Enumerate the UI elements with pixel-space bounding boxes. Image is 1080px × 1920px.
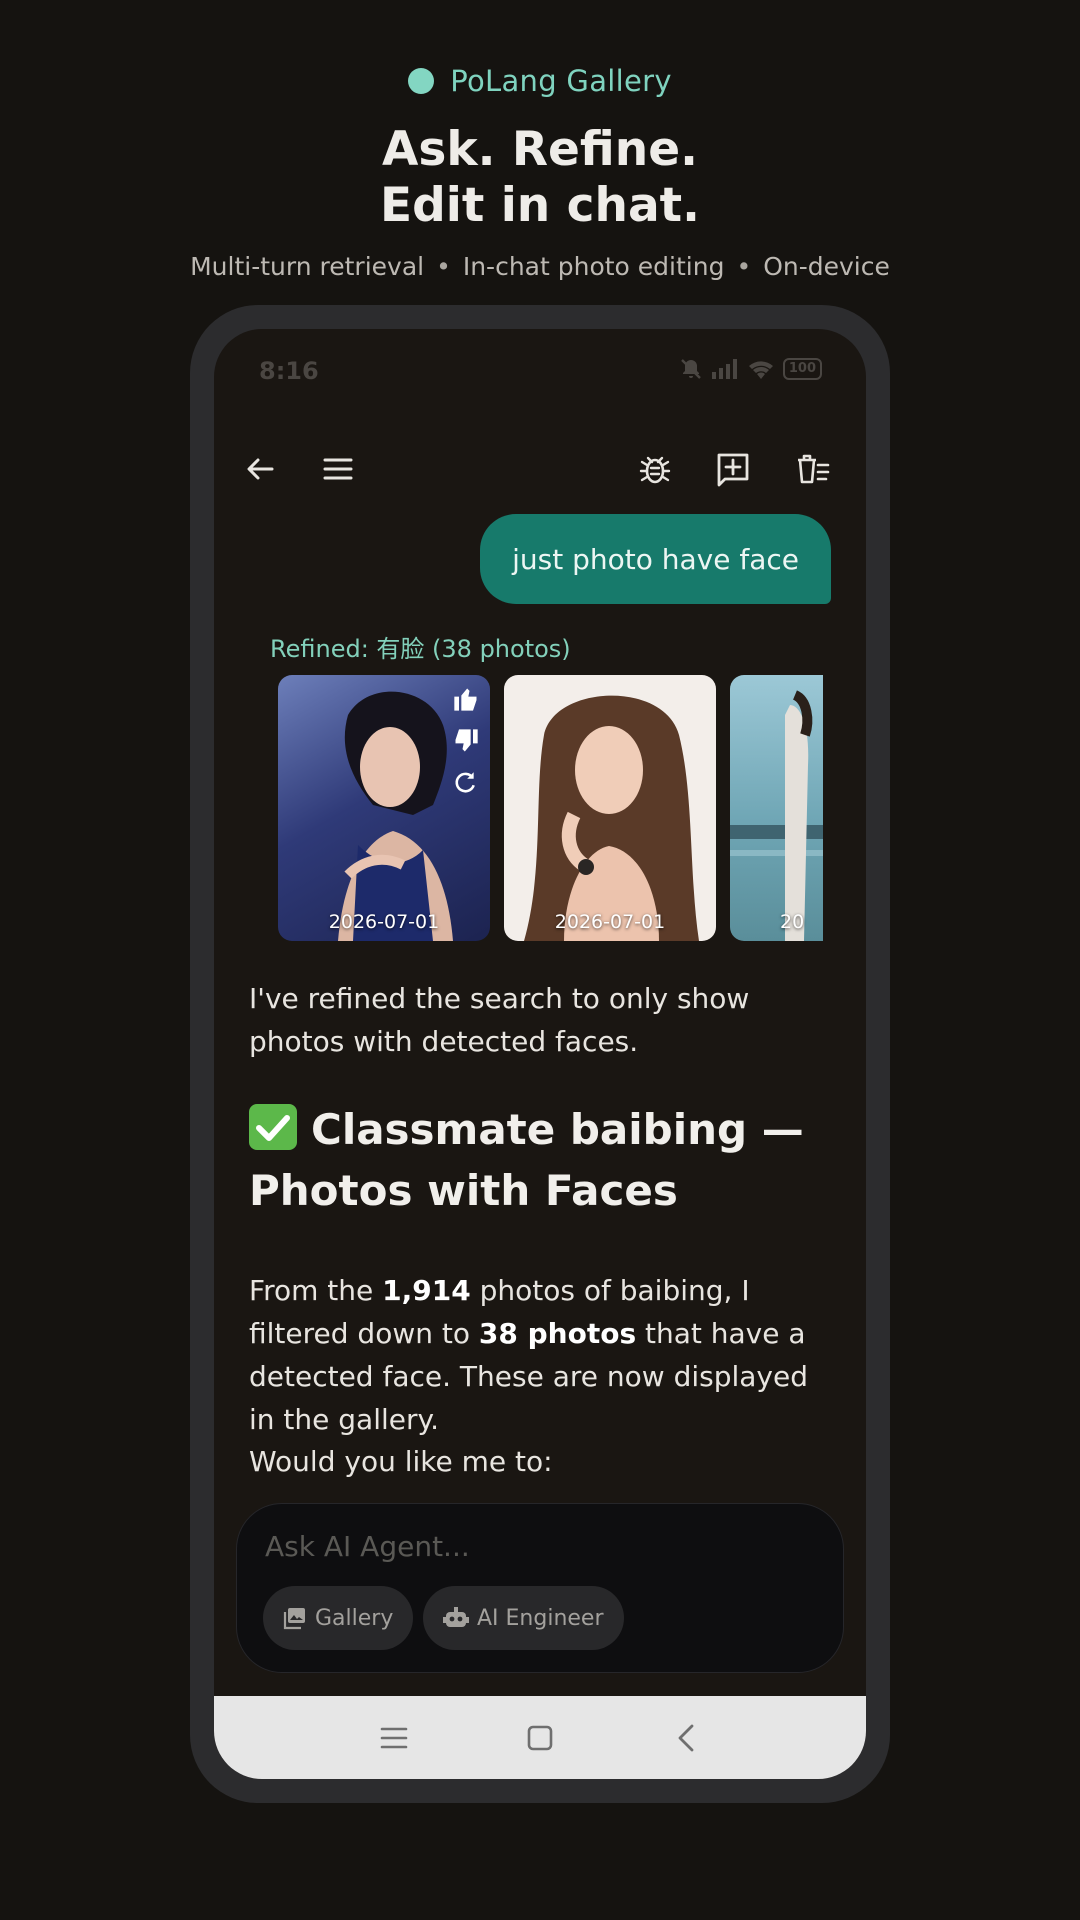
photo-thumbnail[interactable]: 2026-07-01 [278, 675, 490, 941]
feature-item: On-device [763, 252, 890, 281]
status-icons: 100 [679, 357, 822, 381]
photo-count-total: 1,914 [382, 1274, 471, 1307]
ai-engineer-chip[interactable]: AI Engineer [423, 1586, 624, 1650]
new-chat-icon[interactable] [713, 449, 753, 489]
user-message-bubble: just photo have face [480, 514, 831, 604]
chat-composer[interactable]: Ask AI Agent... Gallery AI Engineer [236, 1503, 844, 1673]
headline: Ask. Refine. Edit in chat. [0, 122, 1080, 234]
gallery-chip[interactable]: Gallery [263, 1586, 414, 1650]
portrait-photo-2 [524, 695, 699, 941]
system-nav-bar [214, 1696, 866, 1779]
headline-line-2: Edit in chat. [380, 178, 700, 233]
photo-date: 2026-07-01 [554, 911, 666, 933]
reply-text-segment: From the [249, 1274, 383, 1307]
back-arrow-icon[interactable] [240, 449, 280, 489]
brand-dot-icon [408, 68, 435, 94]
feature-separator: • [736, 252, 752, 281]
refined-label: Refined: 有脸 (38 photos) [270, 635, 571, 663]
user-message-text: just photo have face [512, 542, 799, 576]
bug-icon[interactable] [635, 449, 675, 489]
ask-agent-input[interactable]: Ask AI Agent... [265, 1530, 470, 1563]
brand-name: PoLang Gallery [450, 64, 672, 98]
wifi-icon [748, 361, 773, 379]
thumbs-down-icon[interactable] [452, 727, 480, 755]
robot-icon [443, 1607, 469, 1627]
signal-icon [711, 359, 737, 379]
thumbs-up-icon[interactable] [452, 685, 480, 713]
photo-strip[interactable]: 2026-07-01 2026-07-01 20 [278, 675, 823, 941]
nav-back-icon[interactable] [668, 1720, 704, 1756]
feature-list: Multi-turn retrieval • In-chat photo editi… [0, 252, 1080, 281]
refresh-icon[interactable] [452, 769, 478, 795]
photo-feedback-actions [452, 685, 480, 795]
photo-thumbnail[interactable]: 2026-07-01 [504, 675, 716, 941]
feature-separator: • [436, 252, 451, 281]
photo-count-filtered: 38 photos [478, 1317, 637, 1350]
status-time: 8:16 [259, 357, 319, 385]
assistant-reply-paragraph: I've refined the search to only show pho… [249, 982, 750, 1058]
check-mark-icon [249, 1104, 297, 1150]
clear-chat-icon[interactable] [792, 449, 832, 489]
assistant-reply-paragraph: From the 1,914 photos of baibing, I filt… [249, 1269, 839, 1441]
phone-frame: 8:16 100 just photo have face Refined: 有… [190, 305, 890, 1803]
headline-line-1: Ask. Refine. [382, 122, 698, 177]
ai-engineer-chip-label: AI Engineer [477, 1605, 604, 1631]
photo-date: 20 [780, 911, 805, 933]
bell-muted-icon [681, 359, 701, 379]
brand: PoLang Gallery [0, 64, 1080, 98]
menu-icon[interactable] [318, 449, 358, 489]
photo-thumbnail[interactable]: 20 [730, 675, 823, 941]
gallery-chip-label: Gallery [315, 1605, 394, 1631]
recents-icon[interactable] [376, 1720, 412, 1756]
feature-item: Multi-turn retrieval [190, 252, 425, 281]
home-icon[interactable] [522, 1720, 558, 1756]
assistant-reply-heading-text: Classmate baibing — Photos with Faces [249, 1105, 804, 1215]
gallery-icon [283, 1608, 305, 1630]
feature-item: In-chat photo editing [462, 252, 725, 281]
assistant-reply-paragraph: Would you like me to: [249, 1445, 553, 1478]
phone-screen: 8:16 100 just photo have face Refined: 有… [214, 329, 866, 1779]
assistant-reply-heading: Classmate baibing — Photos with Faces [249, 1099, 839, 1221]
status-bar: 8:16 100 [214, 329, 866, 419]
app-bar [214, 429, 866, 509]
beach-photo-3 [730, 690, 823, 941]
photo-date: 2026-07-01 [328, 911, 440, 933]
battery-icon: 100 [782, 358, 822, 380]
